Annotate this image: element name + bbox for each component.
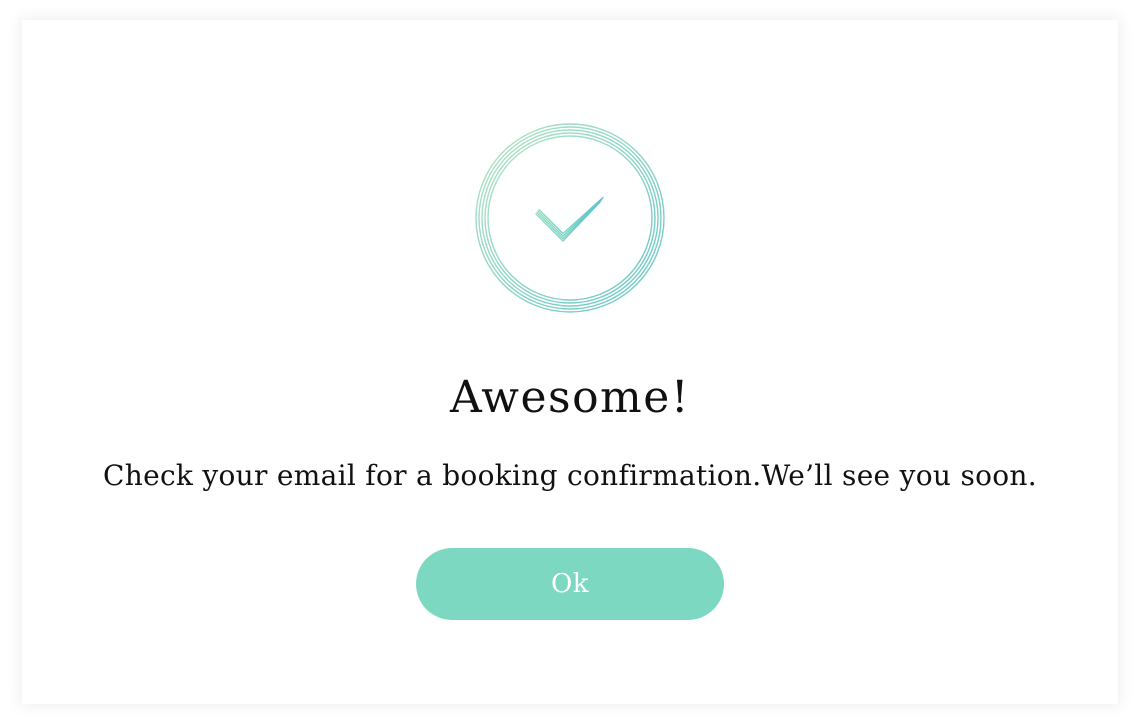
check-circle-icon <box>474 122 666 314</box>
dialog-title: Awesome! <box>449 372 690 423</box>
dialog-message: Check your email for a booking confirmat… <box>103 459 1037 492</box>
confirmation-dialog: Awesome! Check your email for a booking … <box>22 20 1118 704</box>
page-background: Awesome! Check your email for a booking … <box>0 0 1140 728</box>
ok-button[interactable]: Ok <box>416 548 724 620</box>
